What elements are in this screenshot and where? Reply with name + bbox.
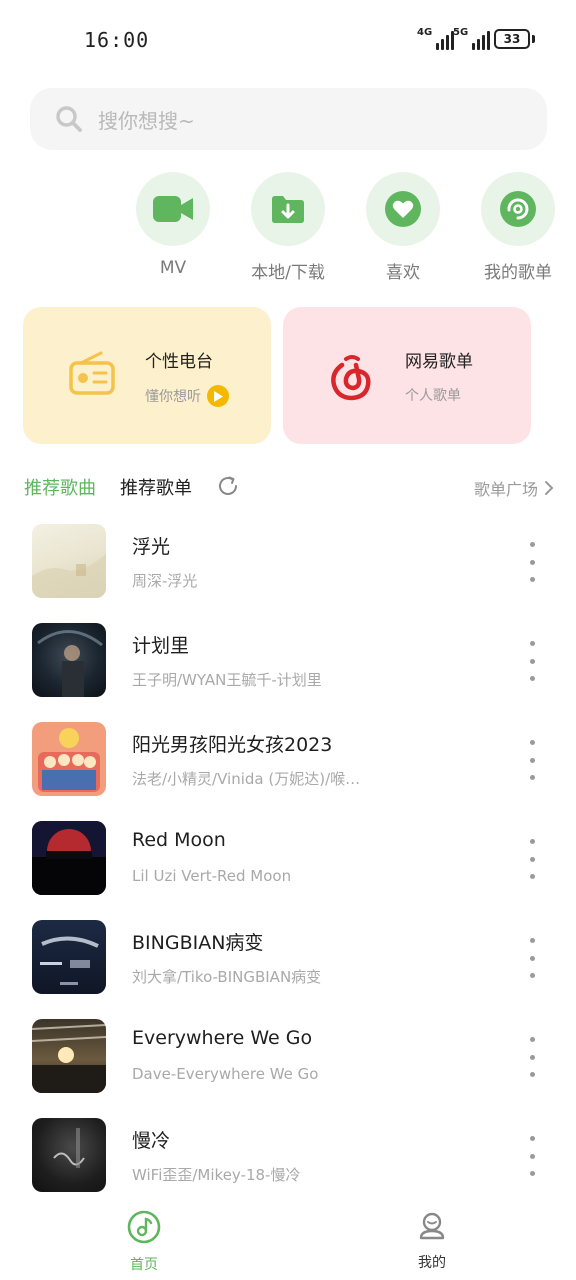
album-cover	[32, 920, 106, 994]
battery-icon: 33	[494, 29, 530, 49]
song-title: Red Moon	[132, 829, 226, 851]
playlist-plaza-link[interactable]: 歌单广场	[474, 476, 554, 500]
quick-action-label: 我的歌单	[484, 263, 552, 283]
bottom-navigation: 首页 我的	[0, 1200, 576, 1280]
radio-icon	[69, 351, 115, 395]
tab-recommended-songs[interactable]: 推荐歌曲	[24, 474, 96, 500]
recommend-tabs: 推荐歌曲 推荐歌单 歌单广场	[24, 470, 554, 502]
netease-playlist-card[interactable]: 网易歌单 个人歌单	[283, 307, 531, 444]
song-title: 计划里	[132, 635, 190, 657]
card-subtitle: 个人歌单	[405, 388, 461, 404]
refresh-icon[interactable]	[216, 474, 240, 498]
song-row[interactable]: 浮光 周深-浮光	[0, 520, 576, 619]
nav-home[interactable]: 首页	[104, 1210, 184, 1274]
song-row[interactable]: Everywhere We Go Dave-Everywhere We Go	[0, 1015, 576, 1114]
signal-5g-icon: 5G	[453, 28, 491, 50]
card-title: 网易歌单	[405, 352, 473, 372]
search-icon	[56, 106, 82, 132]
song-artist: 王子明/WYAN王毓千-计划里	[132, 671, 322, 689]
playlist-plaza-label: 歌单广场	[473, 480, 538, 499]
song-title: Everywhere We Go	[132, 1027, 313, 1049]
search-placeholder: 搜你想搜~	[98, 108, 195, 133]
search-bar[interactable]: 搜你想搜~	[30, 88, 547, 150]
card-title: 个性电台	[145, 352, 213, 372]
music-disc-icon	[127, 1210, 161, 1244]
album-cover	[32, 1019, 106, 1093]
song-row[interactable]: 慢冷 WiFi歪歪/Mikey-18-慢冷	[0, 1114, 576, 1213]
song-artist: 周深-浮光	[132, 572, 198, 590]
song-row[interactable]: Red Moon Lil Uzi Vert-Red Moon	[0, 817, 576, 916]
song-title: BINGBIAN病变	[132, 932, 264, 954]
album-cover	[32, 722, 106, 796]
heart-icon	[385, 191, 421, 227]
quick-action-local-download[interactable]: 本地/下载	[250, 172, 326, 283]
video-camera-icon	[153, 196, 193, 222]
album-cover	[32, 623, 106, 697]
status-time: 16:00	[84, 28, 150, 52]
personal-radio-card[interactable]: 个性电台 懂你想听	[23, 307, 271, 444]
signal-4g-icon: 4G	[417, 28, 455, 50]
album-cover	[32, 821, 106, 895]
quick-action-favorites[interactable]: 喜欢	[365, 172, 441, 283]
song-artist: Lil Uzi Vert-Red Moon	[132, 867, 292, 885]
song-artist: 法老/小精灵/Vinida (万妮达)/喉…	[132, 770, 361, 788]
more-options-icon[interactable]	[522, 938, 542, 978]
more-options-icon[interactable]	[522, 740, 542, 780]
quick-action-label: 本地/下载	[251, 263, 325, 283]
album-cover	[32, 524, 106, 598]
disc-icon	[500, 191, 536, 227]
song-artist: 刘大拿/Tiko-BINGBIAN病变	[132, 968, 322, 986]
nav-mine-label: 我的	[418, 1255, 446, 1271]
tab-recommended-playlists[interactable]: 推荐歌单	[120, 474, 192, 500]
more-options-icon[interactable]	[522, 641, 542, 681]
card-subtitle: 懂你想听	[145, 389, 201, 405]
quick-action-mv[interactable]: MV	[135, 172, 211, 278]
netease-music-icon	[331, 355, 371, 401]
song-list: 浮光 周深-浮光 计划里 王子明/WYAN王毓千-计划里 阳光男孩阳光女孩202…	[0, 520, 576, 1213]
song-title: 慢冷	[132, 1130, 171, 1152]
song-row[interactable]: 计划里 王子明/WYAN王毓千-计划里	[0, 619, 576, 718]
more-options-icon[interactable]	[522, 542, 542, 582]
song-title: 浮光	[132, 536, 171, 558]
download-folder-icon	[272, 196, 304, 223]
song-row[interactable]: 阳光男孩阳光女孩2023 法老/小精灵/Vinida (万妮达)/喉…	[0, 718, 576, 817]
quick-action-label: MV	[159, 258, 187, 278]
album-cover	[32, 1118, 106, 1192]
song-artist: WiFi歪歪/Mikey-18-慢冷	[132, 1166, 301, 1184]
more-options-icon[interactable]	[522, 839, 542, 879]
user-profile-icon	[419, 1212, 445, 1240]
status-bar: 16:00 4G 5G 33	[0, 0, 576, 80]
play-icon[interactable]	[207, 385, 229, 407]
chevron-right-icon	[545, 481, 554, 495]
more-options-icon[interactable]	[522, 1136, 542, 1176]
song-artist: Dave-Everywhere We Go	[132, 1065, 319, 1083]
song-row[interactable]: BINGBIAN病变 刘大拿/Tiko-BINGBIAN病变	[0, 916, 576, 1015]
quick-action-label: 喜欢	[386, 263, 420, 283]
more-options-icon[interactable]	[522, 1037, 542, 1077]
nav-home-label: 首页	[130, 1257, 158, 1273]
nav-mine[interactable]: 我的	[392, 1210, 472, 1272]
song-title: 阳光男孩阳光女孩2023	[132, 734, 333, 756]
quick-action-my-playlists[interactable]: 我的歌单	[480, 172, 556, 283]
